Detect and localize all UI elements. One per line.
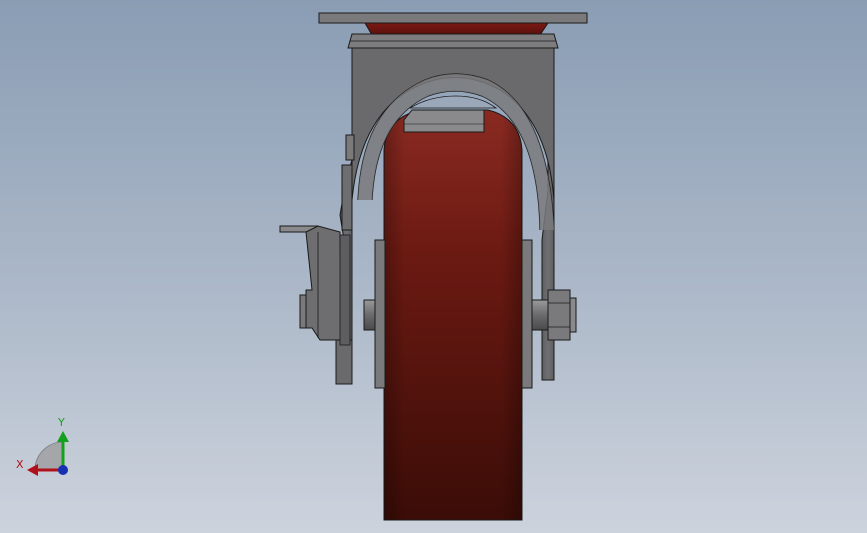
3d-viewport[interactable]: Y X [0,0,867,533]
swivel-head[interactable] [347,33,559,49]
triad-y-arrow-icon [57,431,69,442]
brake-lever[interactable] [279,134,355,385]
triad-y-label: Y [57,416,65,429]
hub-right[interactable] [521,239,533,389]
triad-plane-indicator [34,441,64,471]
triad-x-arrow-icon [27,464,38,476]
wheel[interactable] [383,109,523,521]
axle-nut[interactable] [547,289,577,341]
coordinate-triad: Y X [16,416,69,476]
top-mounting-plate[interactable] [318,12,588,36]
fork-cross-bar[interactable] [403,109,485,133]
triad-x-label: X [16,458,24,471]
triad-z-axis-dot [58,465,68,475]
hub-left[interactable] [374,239,386,389]
